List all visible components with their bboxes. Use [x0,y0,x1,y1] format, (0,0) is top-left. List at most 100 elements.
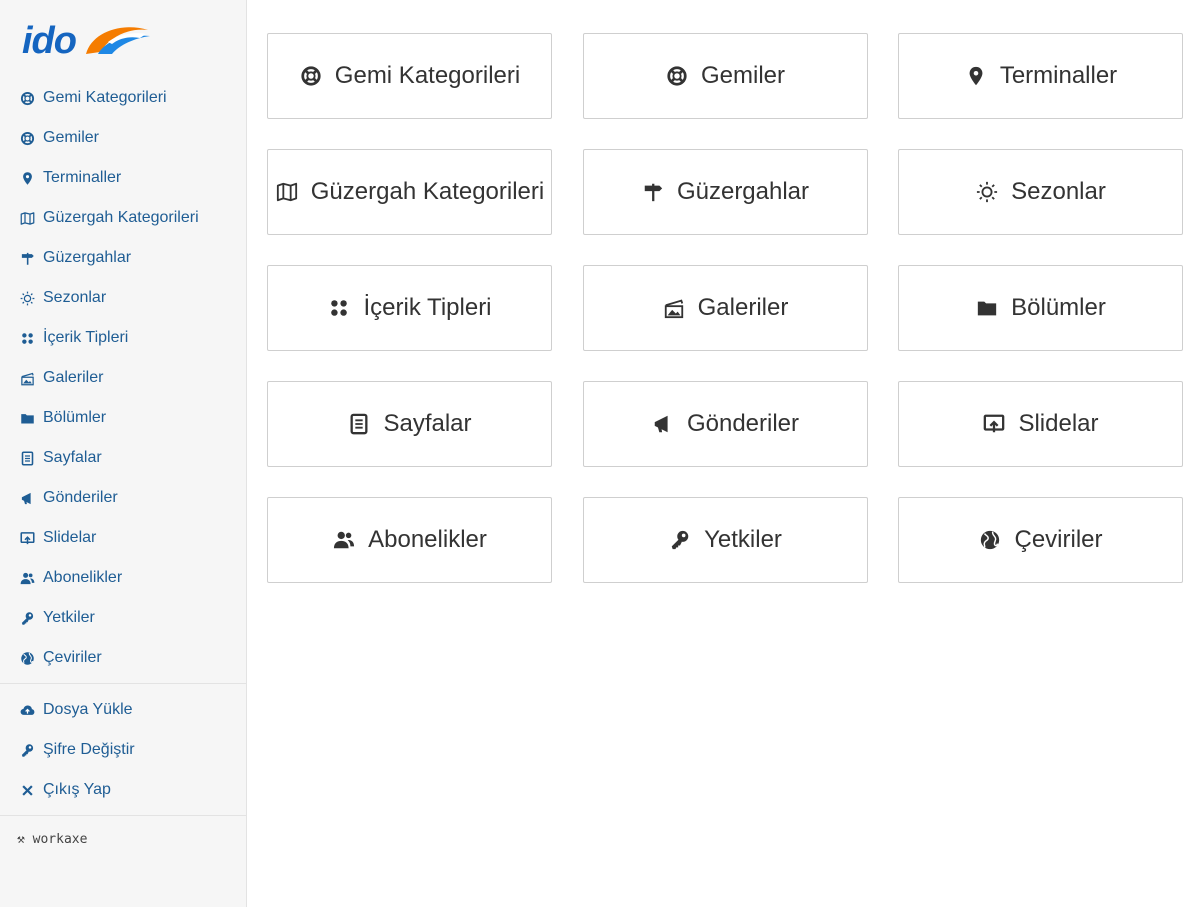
tile-label: Sayfalar [383,410,472,437]
users-icon [19,570,36,587]
map-pin-icon [19,170,36,187]
tile-label: Gönderiler [686,410,800,437]
sun-icon [975,180,999,204]
megaphone-icon [651,412,675,436]
workaxe-footer: ⚒ workaxe [17,832,88,847]
sidebar-item-label: Terminaller [43,169,122,186]
users-icon [332,528,356,552]
tile-label: İçerik Tipleri [363,294,492,321]
sidebar-item[interactable]: Abonelikler [0,558,246,598]
key-icon [19,742,36,759]
lifebuoy-icon [19,90,36,107]
sidebar-item-label: Güzergahlar [43,249,132,266]
sidebar-item-label: Sezonlar [43,289,107,306]
sidebar-item[interactable]: Sayfalar [0,438,246,478]
cloud-upload-icon [19,702,36,719]
sidebar-item-label: Abonelikler [43,569,123,586]
tile-label: Abonelikler [368,526,487,553]
dashboard-tile[interactable]: Çeviriler [898,497,1183,583]
sidebar-item-label: İçerik Tipleri [43,329,129,346]
document-icon [19,450,36,467]
sidebar-item[interactable]: Dosya Yükle [0,690,246,730]
signpost-icon [19,250,36,267]
sidebar-item[interactable]: Slidelar [0,518,246,558]
sidebar-item-label: Çıkış Yap [43,781,111,798]
sidebar-item[interactable]: Gemiler [0,118,246,158]
tile-label: Bölümler [1011,294,1106,321]
sidebar-item-label: Gemiler [43,129,100,146]
sidebar-item[interactable]: Şifre Değiştir [0,730,246,770]
sidebar-item[interactable]: Galeriler [0,358,246,398]
document-icon [347,412,371,436]
sidebar-item[interactable]: Gemi Kategorileri [0,78,246,118]
map-pin-icon [964,64,988,88]
sidebar-item[interactable]: Güzergahlar [0,238,246,278]
sidebar-item-label: Yetkiler [43,609,95,626]
sidebar-item[interactable]: Sezonlar [0,278,246,318]
ido-logo[interactable]: ido [22,20,150,62]
tile-label: Güzergahlar [676,178,810,205]
tile-label: Galeriler [697,294,789,321]
lifebuoy-icon [19,130,36,147]
sidebar-item[interactable]: Bölümler [0,398,246,438]
tile-label: Gemi Kategorileri [334,62,521,89]
signpost-icon [641,180,665,204]
folder-icon [19,410,36,427]
sidebar-item[interactable]: Gönderiler [0,478,246,518]
sidebar-item-label: Şifre Değiştir [43,741,135,758]
sidebar-item[interactable]: Yetkiler [0,598,246,638]
globe-icon [19,650,36,667]
grid-dots-icon [19,330,36,347]
sun-icon [19,290,36,307]
dashboard-tile[interactable]: Gemiler [582,33,868,119]
sidebar: ido Gemi Kategorileri Gemiler Terminaller G… [0,0,247,907]
dashboard-tile[interactable]: Gemi Kategorileri [267,33,552,119]
tile-label: Terminaller [999,62,1118,89]
lifebuoy-icon [299,64,323,88]
grid-dots-icon [327,296,351,320]
dashboard-tile[interactable]: Güzergahlar [582,149,868,235]
sidebar-item-label: Dosya Yükle [43,701,133,718]
gallery-icon [19,370,36,387]
sidebar-item-label: Güzergah Kategorileri [43,209,199,226]
sidebar-nav: Gemi Kategorileri Gemiler Terminaller Güzer… [0,78,246,822]
sidebar-item-label: Çeviriler [43,649,102,666]
sidebar-item-label: Galeriler [43,369,104,386]
dashboard-tile[interactable]: Sezonlar [898,149,1183,235]
megaphone-icon [19,490,36,507]
upload-screen-icon [982,412,1006,436]
tile-label: Gemiler [700,62,785,89]
globe-icon [978,528,1002,552]
dashboard-tile[interactable]: Gönderiler [582,381,868,467]
close-icon [19,782,36,799]
tile-label: Slidelar [1018,410,1099,437]
sidebar-item[interactable]: İçerik Tipleri [0,318,246,358]
dashboard-tile[interactable]: Slidelar [898,381,1183,467]
dashboard-tile[interactable]: Terminaller [898,33,1183,119]
sidebar-item[interactable]: Çıkış Yap [0,770,246,810]
folder-icon [975,296,999,320]
sidebar-item[interactable]: Güzergah Kategorileri [0,198,246,238]
tile-label: Güzergah Kategorileri [310,178,545,205]
sidebar-item[interactable]: Terminaller [0,158,246,198]
dolphin-logo-icon [86,27,150,54]
map-icon [275,180,299,204]
tile-label: Yetkiler [704,526,782,553]
dashboard-tile[interactable]: Yetkiler [582,497,868,583]
sidebar-item[interactable]: Çeviriler [0,638,246,678]
dashboard-tile[interactable]: Galeriler [582,265,868,351]
sidebar-item-label: Sayfalar [43,449,102,466]
dashboard-tile[interactable]: Güzergah Kategorileri [267,149,552,235]
dashboard-tile[interactable]: Abonelikler [267,497,552,583]
sidebar-item-label: Slidelar [43,529,97,546]
dashboard-tile[interactable]: İçerik Tipleri [267,265,552,351]
logo-text: ido [22,20,77,62]
sidebar-item-label: Gemi Kategorileri [43,89,167,106]
map-icon [19,210,36,227]
dashboard-tile[interactable]: Sayfalar [267,381,552,467]
sidebar-item-label: Gönderiler [43,489,118,506]
sidebar-divider [0,815,246,816]
dashboard-tile[interactable]: Bölümler [898,265,1183,351]
gallery-icon [662,296,686,320]
key-icon [668,528,692,552]
